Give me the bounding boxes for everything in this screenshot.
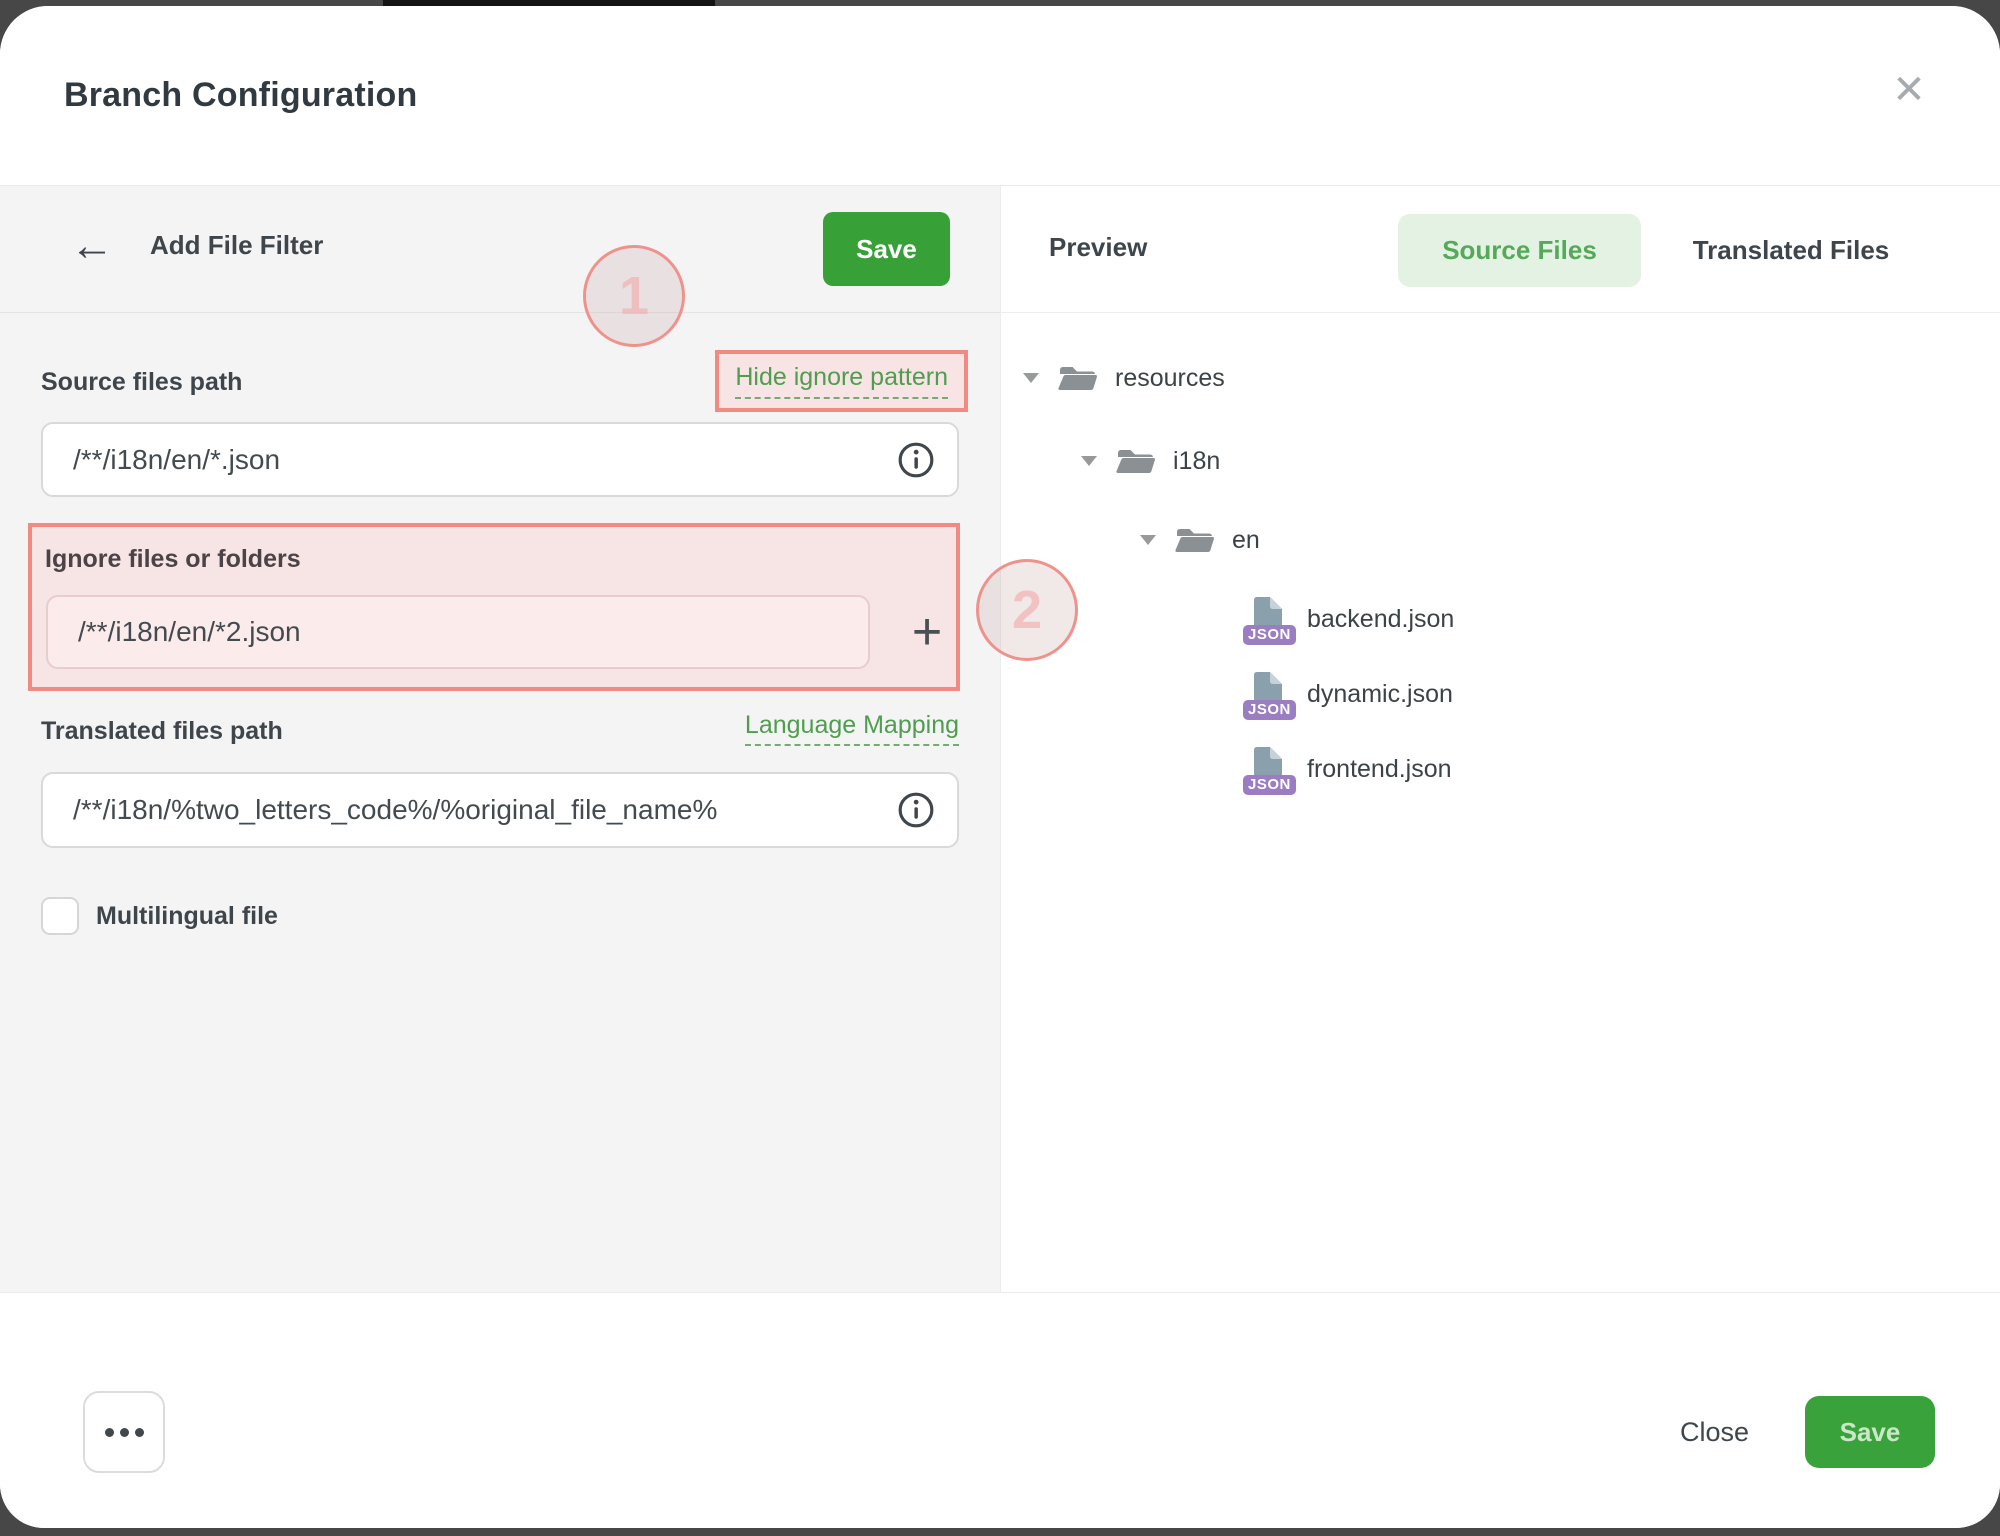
info-icon[interactable] (897, 791, 935, 829)
tree-label: dynamic.json (1307, 680, 1453, 709)
page-title: Branch Configuration (64, 76, 417, 115)
json-file-icon: JSON (1247, 745, 1293, 793)
modal-main: ← Add File Filter Save Source files path… (0, 186, 2000, 1292)
folder-icon (1058, 362, 1098, 394)
translated-files-path-field (41, 772, 959, 848)
modal-header: Branch Configuration ✕ (0, 6, 2000, 186)
info-icon[interactable] (897, 441, 935, 479)
tree-folder-en[interactable]: en (1140, 517, 1260, 563)
hide-ignore-pattern-highlight: Hide ignore pattern (715, 350, 968, 412)
chevron-down-icon[interactable] (1140, 535, 1156, 545)
json-file-icon: JSON (1247, 670, 1293, 718)
close-icon[interactable]: ✕ (1883, 64, 1935, 116)
more-actions-button[interactable] (83, 1391, 165, 1473)
file-filter-panel: ← Add File Filter Save Source files path… (0, 186, 1000, 1292)
tab-source-files[interactable]: Source Files (1398, 214, 1641, 287)
tree-label: frontend.json (1307, 755, 1452, 784)
language-mapping-wrap: Language Mapping (745, 711, 959, 740)
json-badge: JSON (1243, 700, 1296, 720)
filter-save-button[interactable]: Save (823, 212, 950, 286)
preview-panel: Preview Source Files Translated Files re… (1000, 186, 2000, 1292)
file-tree: resources i18n en (1001, 313, 2000, 1292)
tree-file-dynamic-json[interactable]: JSON dynamic.json (1247, 671, 1453, 717)
folder-icon (1175, 524, 1215, 556)
close-button[interactable]: Close (1680, 1417, 1749, 1448)
ignore-pattern-input[interactable] (48, 597, 868, 667)
source-files-path-field (41, 422, 959, 497)
ignore-pattern-field (46, 595, 870, 669)
tree-file-frontend-json[interactable]: JSON frontend.json (1247, 746, 1452, 792)
tree-label: backend.json (1307, 605, 1454, 634)
translated-files-path-input[interactable] (43, 774, 957, 846)
tree-label: en (1232, 526, 1260, 555)
chevron-down-icon[interactable] (1023, 373, 1039, 383)
json-badge: JSON (1243, 625, 1296, 645)
ellipsis-icon (120, 1428, 129, 1437)
branch-configuration-modal: Branch Configuration ✕ ← Add File Filter… (0, 6, 2000, 1528)
preview-title: Preview (1049, 232, 1147, 263)
tree-label: resources (1115, 364, 1225, 393)
chevron-down-icon[interactable] (1081, 456, 1097, 466)
ellipsis-icon (105, 1428, 114, 1437)
ignore-pattern-highlight: Ignore files or folders + (28, 523, 960, 691)
json-badge: JSON (1243, 775, 1296, 795)
tree-folder-resources[interactable]: resources (1023, 355, 1225, 401)
plus-icon: + (912, 603, 942, 661)
folder-icon (1116, 445, 1156, 477)
translated-files-path-label: Translated files path (41, 717, 283, 746)
json-file-icon: JSON (1247, 595, 1293, 643)
tree-folder-i18n[interactable]: i18n (1081, 438, 1220, 484)
multilingual-row: Multilingual file (41, 897, 278, 935)
save-button[interactable]: Save (1805, 1396, 1935, 1468)
filter-header: ← Add File Filter Save (0, 186, 1000, 313)
back-arrow-icon[interactable]: ← (70, 224, 114, 268)
ellipsis-icon (135, 1428, 144, 1437)
tree-file-backend-json[interactable]: JSON backend.json (1247, 596, 1454, 642)
multilingual-checkbox[interactable] (41, 897, 79, 935)
hide-ignore-pattern-link[interactable]: Hide ignore pattern (735, 363, 948, 399)
add-ignore-pattern-button[interactable]: + (894, 597, 960, 667)
preview-header: Preview Source Files Translated Files (1001, 186, 2000, 313)
multilingual-label: Multilingual file (96, 902, 278, 931)
filter-body: Source files path Hide ignore pattern Ig… (0, 313, 1000, 1292)
ignore-files-label: Ignore files or folders (45, 545, 301, 574)
tree-label: i18n (1173, 447, 1220, 476)
language-mapping-link[interactable]: Language Mapping (745, 711, 959, 746)
source-files-path-label: Source files path (41, 368, 242, 397)
filter-panel-title: Add File Filter (150, 230, 323, 261)
source-files-path-input[interactable] (43, 424, 957, 495)
tab-translated-files[interactable]: Translated Files (1661, 214, 1921, 287)
modal-footer: Close Save (0, 1292, 2000, 1528)
footer-actions: Close Save (1680, 1391, 1935, 1473)
